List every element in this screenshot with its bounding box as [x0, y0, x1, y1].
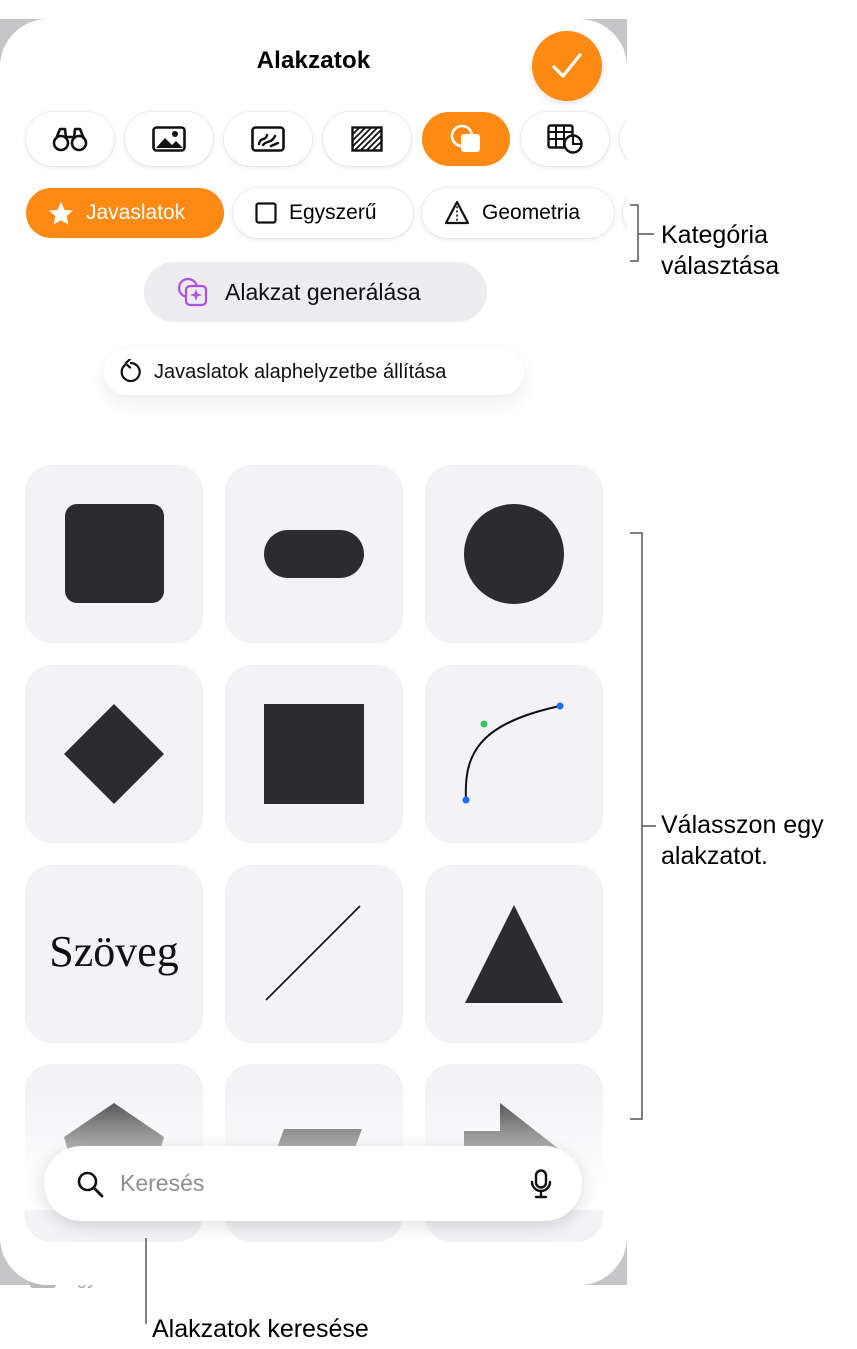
tab-shapes[interactable] — [422, 112, 510, 166]
callout-search: Alakzatok keresése — [152, 1315, 369, 1343]
shape-rounded-square[interactable] — [26, 466, 202, 642]
generate-shape-label: Alakzat generálása — [225, 278, 421, 305]
category-more[interactable] — [623, 188, 627, 238]
shape-line[interactable] — [226, 866, 402, 1042]
reset-suggestions-label: Javaslatok alaphelyzetbe állítása — [154, 360, 447, 383]
photo-icon — [152, 126, 186, 152]
callout-category: Kategória választása — [661, 220, 779, 282]
sparkle-shapes-icon — [177, 277, 208, 307]
shape-triangle[interactable] — [426, 866, 602, 1042]
star-icon — [49, 201, 73, 225]
drawing-icon — [251, 126, 285, 152]
shape-text[interactable]: Szöveg — [26, 866, 202, 1042]
tab-photo[interactable] — [125, 112, 213, 166]
callout-shape-line1: Válasszon egy — [661, 811, 824, 839]
callout-shape: Válasszon egy alakzatot. — [661, 810, 824, 872]
shape-circle[interactable] — [426, 466, 602, 642]
category-label: Geometria — [482, 201, 581, 224]
generate-shape-button[interactable]: Alakzat generálása — [144, 262, 487, 322]
category-geometria[interactable]: Geometria — [422, 188, 614, 238]
square-outline-icon — [255, 202, 277, 224]
category-label: Egyszerű — [289, 201, 377, 224]
pyramid-icon — [444, 200, 470, 225]
shapes-icon — [450, 124, 480, 152]
binoculars-icon — [52, 127, 88, 152]
category-bracket — [630, 204, 654, 262]
shapes-sheet: Alakzatok Javaslatok Egyszerű Geometria … — [0, 19, 627, 1285]
shape-bracket — [630, 532, 656, 1120]
tab-more[interactable] — [620, 112, 627, 166]
shape-square[interactable] — [226, 666, 402, 842]
shape-text-label: Szöveg — [49, 927, 179, 976]
callout-category-line1: Kategória — [661, 221, 769, 249]
microphone-icon — [530, 1168, 552, 1198]
shape-curve[interactable] — [426, 666, 602, 842]
tab-binoculars[interactable] — [26, 112, 114, 166]
shape-diamond[interactable] — [26, 666, 202, 842]
search-input[interactable] — [118, 1169, 502, 1198]
reset-suggestions-button[interactable]: Javaslatok alaphelyzetbe állítása — [104, 349, 524, 395]
tab-pattern[interactable] — [323, 112, 411, 166]
category-javaslatok[interactable]: Javaslatok — [26, 188, 224, 238]
category-label: Javaslatok — [86, 201, 186, 224]
callout-category-line2: választása — [661, 252, 780, 280]
callout-shape-line2: alakzatot. — [661, 842, 769, 870]
tab-table-chart[interactable] — [521, 112, 609, 166]
shape-pill[interactable] — [226, 466, 402, 642]
pattern-icon — [351, 126, 383, 152]
search-icon — [77, 1171, 104, 1197]
table-chart-icon — [547, 124, 583, 154]
microphone-button[interactable] — [530, 1168, 552, 1199]
search-bar[interactable] — [44, 1146, 582, 1221]
category-egyszeru[interactable]: Egyszerű — [233, 188, 413, 238]
done-button[interactable] — [532, 31, 602, 101]
reset-arrow-icon — [120, 359, 141, 383]
checkmark-icon — [552, 53, 582, 78]
search-leader-line — [145, 1238, 147, 1324]
tab-drawing[interactable] — [224, 112, 312, 166]
